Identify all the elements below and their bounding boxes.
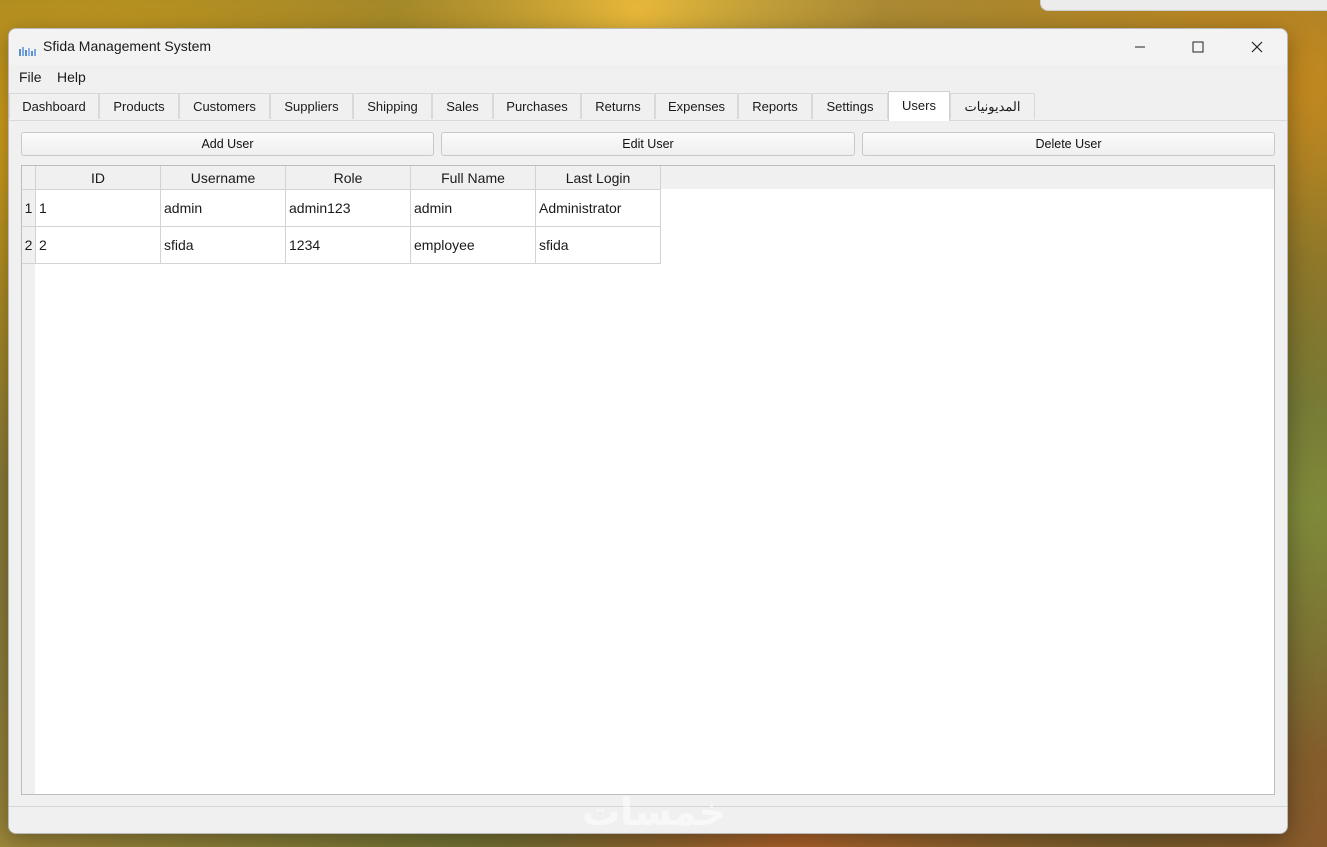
tab-products[interactable]: Products xyxy=(99,93,179,119)
tab-sales[interactable]: Sales xyxy=(432,93,493,119)
users-table[interactable]: ID Username Role Full Name Last Login 1 … xyxy=(21,165,1275,795)
table-cell[interactable]: Administrator xyxy=(535,189,661,227)
users-grid: ID Username Role Full Name Last Login 1 … xyxy=(22,166,661,264)
tab-debts[interactable]: المديونيات xyxy=(950,93,1035,119)
column-header-id[interactable]: ID xyxy=(35,166,161,190)
app-icon xyxy=(19,42,37,61)
table-row[interactable]: 2 2 sfida 1234 employee sfida xyxy=(22,226,661,264)
maximize-button[interactable] xyxy=(1169,29,1227,65)
corner-cell[interactable] xyxy=(22,166,36,190)
table-cell[interactable]: admin xyxy=(410,189,536,227)
menu-bar: File Help xyxy=(9,65,1287,91)
window-title: Sfida Management System xyxy=(43,38,212,54)
tab-bar: Dashboard Products Customers Suppliers S… xyxy=(9,91,1287,121)
tab-settings[interactable]: Settings xyxy=(812,93,888,119)
table-cell[interactable]: 1234 xyxy=(285,226,411,264)
title-bar[interactable]: Sfida Management System xyxy=(9,29,1287,65)
table-cell[interactable]: 1 xyxy=(35,189,161,227)
minimize-button[interactable] xyxy=(1111,29,1169,65)
tab-expenses[interactable]: Expenses xyxy=(655,93,738,119)
maximize-icon xyxy=(1192,41,1204,53)
add-user-button[interactable]: Add User xyxy=(21,132,434,156)
row-header-column xyxy=(22,189,35,794)
app-window: Sfida Management System File Help Dashbo… xyxy=(8,28,1288,834)
row-header[interactable]: 2 xyxy=(22,226,36,264)
tab-users[interactable]: Users xyxy=(888,91,950,121)
tab-suppliers[interactable]: Suppliers xyxy=(270,93,353,119)
tab-customers[interactable]: Customers xyxy=(179,93,270,119)
tab-shipping[interactable]: Shipping xyxy=(353,93,432,119)
users-panel: Add User Edit User Delete User ID Userna… xyxy=(9,121,1287,807)
tab-purchases[interactable]: Purchases xyxy=(493,93,581,119)
delete-user-button[interactable]: Delete User xyxy=(862,132,1275,156)
table-cell[interactable]: 2 xyxy=(35,226,161,264)
column-header-username[interactable]: Username xyxy=(160,166,286,190)
background-window-edge xyxy=(1040,0,1327,11)
table-row[interactable]: 1 1 admin admin123 admin Administrator xyxy=(22,189,661,227)
tab-reports[interactable]: Reports xyxy=(738,93,812,119)
edit-user-button[interactable]: Edit User xyxy=(441,132,855,156)
table-cell[interactable]: sfida xyxy=(160,226,286,264)
minimize-icon xyxy=(1135,46,1145,48)
table-cell[interactable]: employee xyxy=(410,226,536,264)
row-header[interactable]: 1 xyxy=(22,189,36,227)
column-header-role[interactable]: Role xyxy=(285,166,411,190)
table-cell[interactable]: admin xyxy=(160,189,286,227)
column-header-last-login[interactable]: Last Login xyxy=(535,166,661,190)
watermark: خمسات xyxy=(582,790,726,834)
close-button[interactable] xyxy=(1228,29,1286,65)
table-cell[interactable]: admin123 xyxy=(285,189,411,227)
tab-dashboard[interactable]: Dashboard xyxy=(9,93,99,119)
menu-help[interactable]: Help xyxy=(57,69,86,85)
table-cell[interactable]: sfida xyxy=(535,226,661,264)
tab-returns[interactable]: Returns xyxy=(581,93,655,119)
menu-file[interactable]: File xyxy=(19,69,42,85)
column-header-full-name[interactable]: Full Name xyxy=(410,166,536,190)
close-icon xyxy=(1251,41,1263,53)
